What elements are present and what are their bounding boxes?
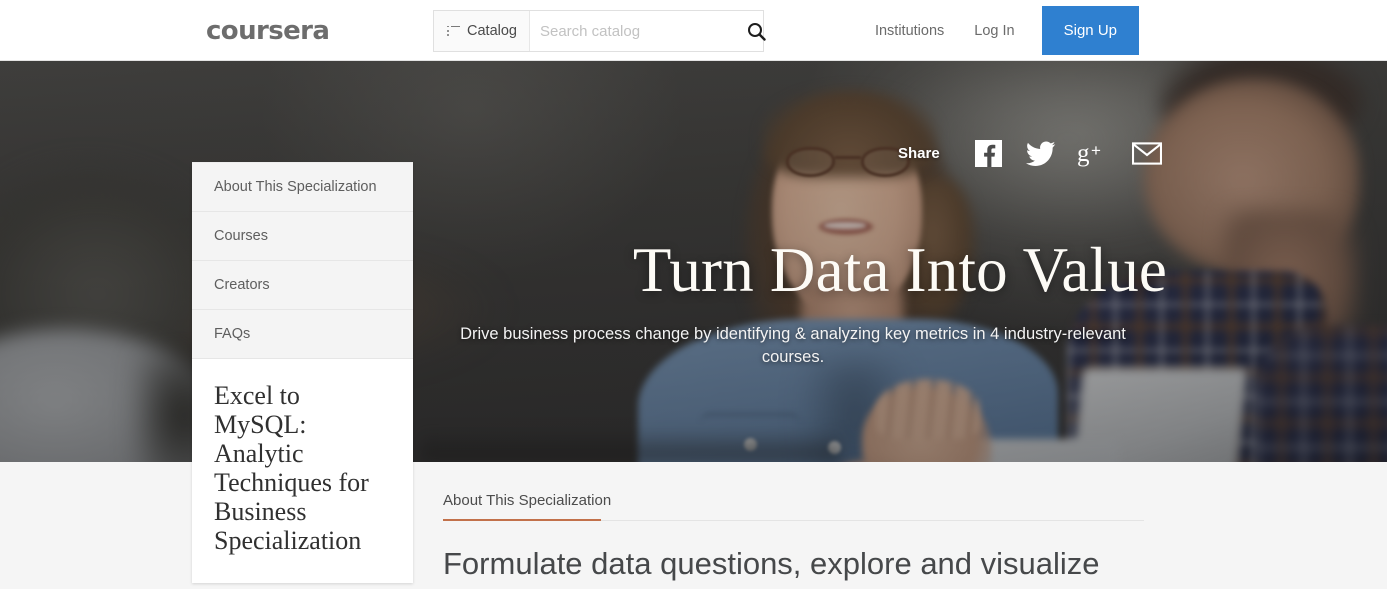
sidebar-item-faqs[interactable]: FAQs — [192, 310, 413, 359]
email-share-icon[interactable] — [1121, 142, 1174, 165]
catalog-button-label: Catalog — [467, 23, 517, 39]
search-icon — [747, 22, 766, 41]
share-bar: Share g + — [898, 140, 1174, 167]
sidebar-item-courses[interactable]: Courses — [192, 212, 413, 261]
sidebar-nav: About This Specialization Courses Creato… — [192, 162, 413, 359]
tab-about-this-specialization[interactable]: About This Specialization — [443, 492, 611, 509]
nav-institutions[interactable]: Institutions — [860, 23, 959, 39]
share-label: Share — [898, 145, 940, 162]
search-input[interactable] — [529, 11, 747, 51]
specialization-title: Excel to MySQL: Analytic Techniques for … — [192, 359, 413, 583]
catalog-list-icon — [447, 25, 460, 37]
twitter-share-icon[interactable] — [1015, 141, 1068, 167]
svg-text:g: g — [1077, 140, 1090, 167]
hero-title: Turn Data Into Value — [632, 235, 1168, 305]
sidebar-item-creators[interactable]: Creators — [192, 261, 413, 310]
about-section: About This Specialization Formulate data… — [413, 462, 1387, 589]
svg-text:+: + — [1091, 141, 1101, 160]
signup-button[interactable]: Sign Up — [1041, 6, 1139, 55]
sidebar-item-about[interactable]: About This Specialization — [192, 162, 413, 212]
nav-login[interactable]: Log In — [959, 23, 1029, 39]
top-navigation-bar: coursera Catalog Institutions Log In Sig… — [0, 0, 1387, 61]
search-submit-button[interactable] — [747, 11, 766, 51]
active-tab-underline — [443, 519, 601, 521]
catalog-button[interactable]: Catalog — [434, 11, 530, 51]
header-nav-links: Institutions Log In Sign Up — [860, 0, 1387, 61]
about-heading: Formulate data questions, explore and vi… — [443, 546, 1100, 589]
catalog-search-bar: Catalog — [433, 10, 766, 52]
google-plus-share-icon[interactable]: g + — [1068, 140, 1121, 167]
specialization-sidebar: About This Specialization Courses Creato… — [192, 162, 413, 583]
coursera-logo[interactable]: coursera — [206, 17, 330, 45]
about-tab-row: About This Specialization — [443, 492, 1144, 521]
facebook-share-icon[interactable] — [962, 140, 1015, 167]
hero-subtitle: Drive business process change by identif… — [460, 325, 1126, 366]
